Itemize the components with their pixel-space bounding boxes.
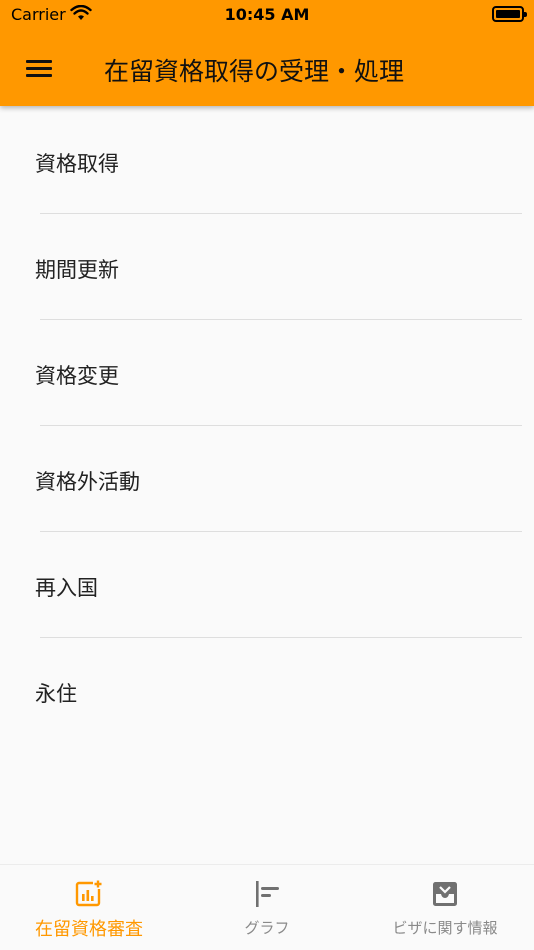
tab-graph[interactable]: グラフ	[178, 865, 356, 950]
status-bar: Carrier 10:45 AM	[0, 0, 534, 30]
chart-add-icon	[75, 879, 103, 907]
list-item-label: 期間更新	[35, 258, 119, 282]
list-item-kikan-koshin[interactable]: 期間更新	[0, 214, 534, 320]
tab-label: 在留資格審査	[35, 919, 143, 940]
list-item-shikaku-henko[interactable]: 資格変更	[0, 320, 534, 426]
tab-label: グラフ	[244, 919, 290, 937]
list-item-shikaku-shutoku[interactable]: 資格取得	[0, 108, 534, 214]
status-time: 10:45 AM	[224, 5, 310, 24]
app-bar: Carrier 10:45 AM 在留資格取得の受理・処理	[0, 0, 534, 106]
list-item-label: 資格取得	[35, 152, 119, 176]
tab-zairyu-shinsa[interactable]: 在留資格審査	[0, 865, 178, 950]
tab-label: ビザに関す情報	[392, 919, 498, 937]
bottom-tab-bar: 在留資格審査 グラフ ビザに関す情報	[0, 864, 534, 950]
list-item-label: 再入国	[35, 576, 98, 600]
list-item-eiju[interactable]: 永住	[0, 638, 534, 744]
list-item-sainyukoku[interactable]: 再入国	[0, 532, 534, 638]
inbox-icon	[433, 882, 457, 906]
tab-visa-info[interactable]: ビザに関す情報	[356, 865, 534, 950]
bar-chart-horizontal-icon	[256, 881, 279, 907]
battery-icon	[492, 6, 527, 22]
list-item-label: 資格外活動	[35, 470, 140, 494]
list-item-label: 資格変更	[35, 364, 119, 388]
page-title: 在留資格取得の受理・処理	[104, 57, 405, 86]
list-item-shikakugai-katsudo[interactable]: 資格外活動	[0, 426, 534, 532]
menu-list: 資格取得 期間更新 資格変更 資格外活動 再入国 永住	[0, 108, 534, 744]
hamburger-menu-icon[interactable]	[24, 56, 56, 82]
list-item-label: 永住	[35, 682, 77, 706]
